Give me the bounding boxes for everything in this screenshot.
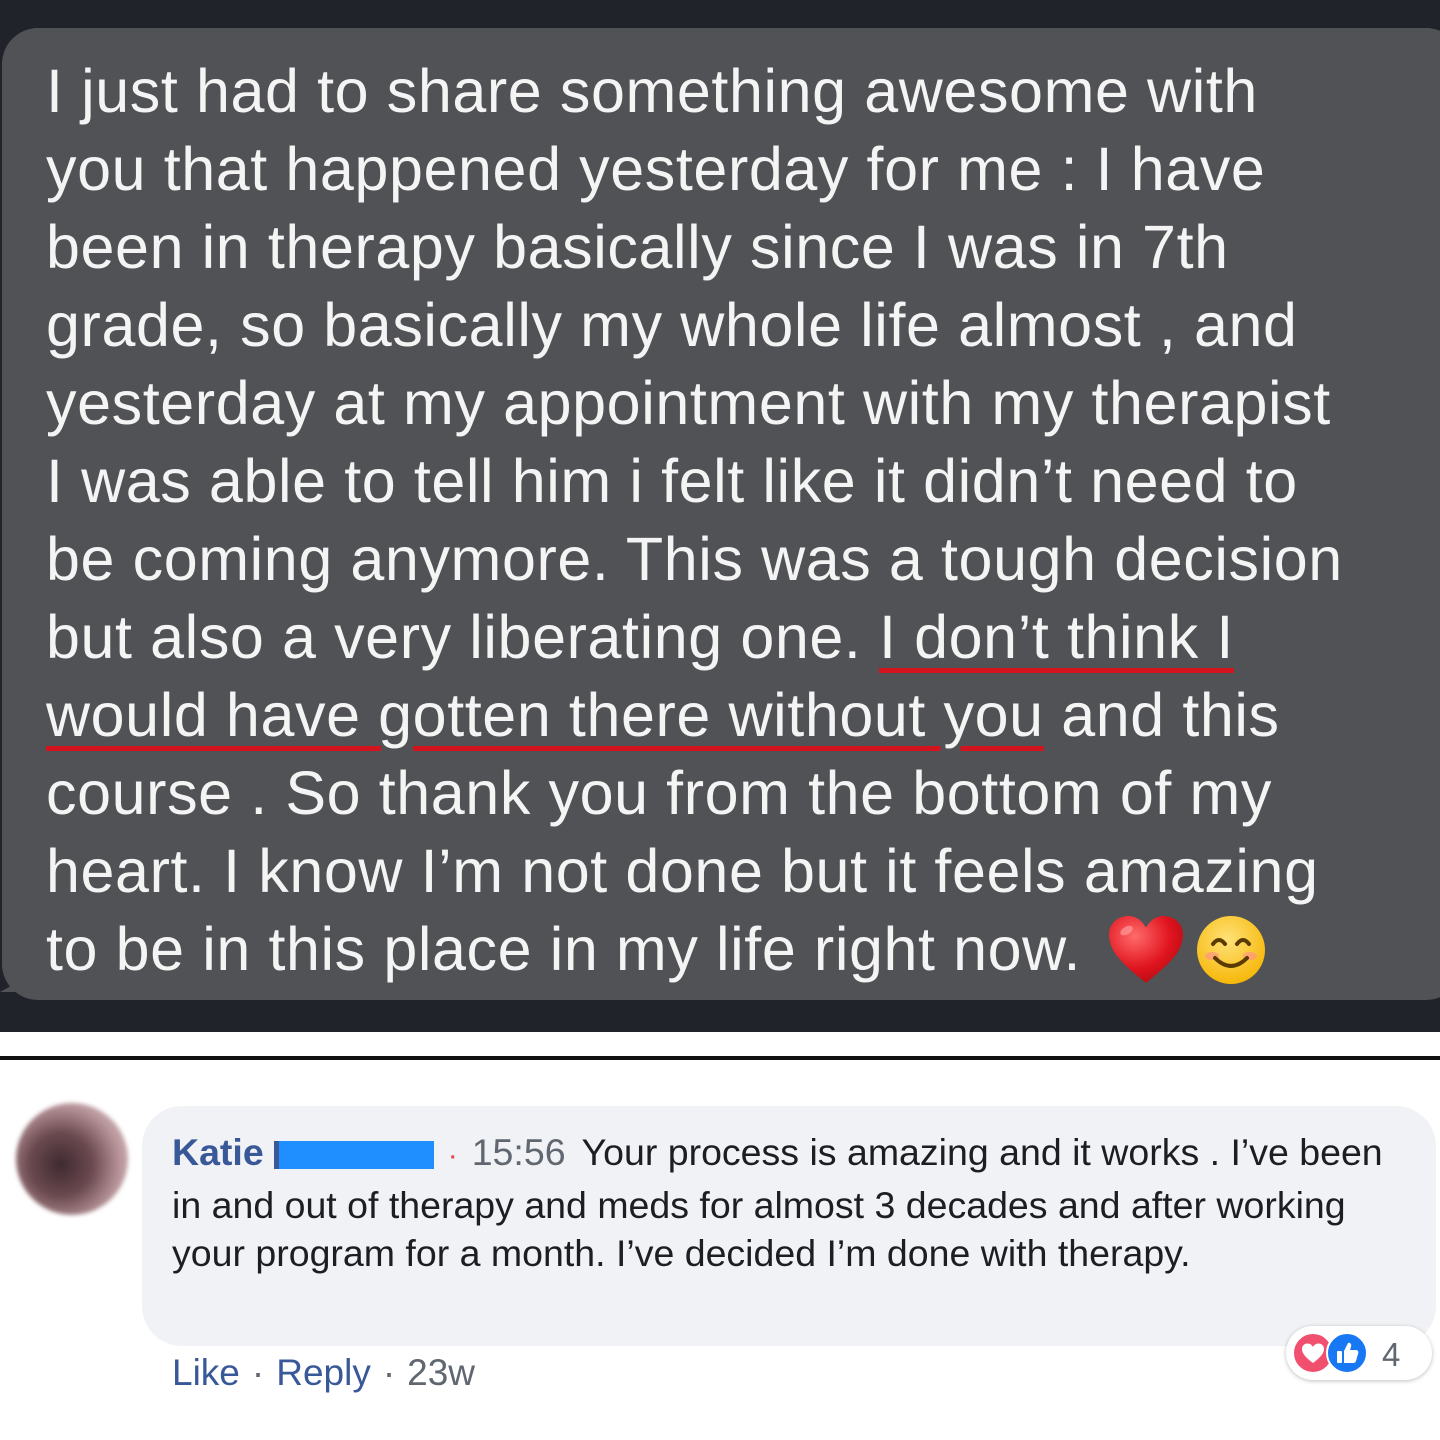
reply-button[interactable]: Reply (276, 1352, 371, 1393)
message-line: I just had to share something awesome wi… (46, 57, 1258, 125)
message-line: you that happened yesterday for me : I h… (46, 135, 1266, 203)
message-line: would have gotten there without you and … (46, 681, 1280, 749)
comment-bubble: Katie · 15:56 Your process is amazing and i… (142, 1106, 1436, 1346)
redacted-surname (273, 1141, 434, 1169)
separator-dot: · (251, 1352, 265, 1393)
author-name[interactable]: Katie (172, 1131, 264, 1173)
message-line: yesterday at my appointment with my ther… (46, 369, 1331, 437)
heart-emoji (1109, 915, 1183, 983)
message-text: I just had to share something awesome wi… (46, 52, 1436, 988)
comment-age[interactable]: 23w (407, 1352, 475, 1393)
message-line: but also a very liberating one. I don’t … (46, 603, 1234, 671)
smiling-face-emoji (1197, 915, 1266, 984)
reactions-summary[interactable]: 4 (1286, 1326, 1432, 1380)
message-line: I was able to tell him i felt like it di… (46, 447, 1298, 515)
like-icon (1326, 1332, 1368, 1374)
comment-body: Katie · 15:56 Your process is amazing and i… (172, 1128, 1412, 1278)
message-line: to be in this place in my life right now… (46, 910, 1436, 988)
underlined-quote: would have gotten there without you (46, 681, 1044, 749)
underlined-quote: I don’t think I (879, 603, 1234, 671)
like-button[interactable]: Like (172, 1352, 240, 1393)
message-line: heart. I know I’m not done but it feels … (46, 837, 1319, 905)
message-line: be coming anymore. This was a tough deci… (46, 525, 1343, 593)
separator-dot: · (447, 1139, 458, 1172)
reaction-count: 4 (1382, 1336, 1401, 1373)
message-line: course . So thank you from the bottom of… (46, 759, 1273, 827)
message-line: been in therapy basically since I was in… (46, 213, 1229, 281)
separator-dot: · (382, 1352, 396, 1393)
message-screenshot: I just had to share something awesome wi… (0, 0, 1440, 1032)
comment-actions: Like · Reply · 23w (172, 1352, 475, 1394)
message-bubble-tail (0, 980, 22, 992)
comment-timestamp[interactable]: 15:56 (472, 1131, 566, 1173)
message-line: grade, so basically my whole life almost… (46, 291, 1298, 359)
avatar[interactable] (16, 1103, 128, 1215)
divider (0, 1056, 1440, 1060)
